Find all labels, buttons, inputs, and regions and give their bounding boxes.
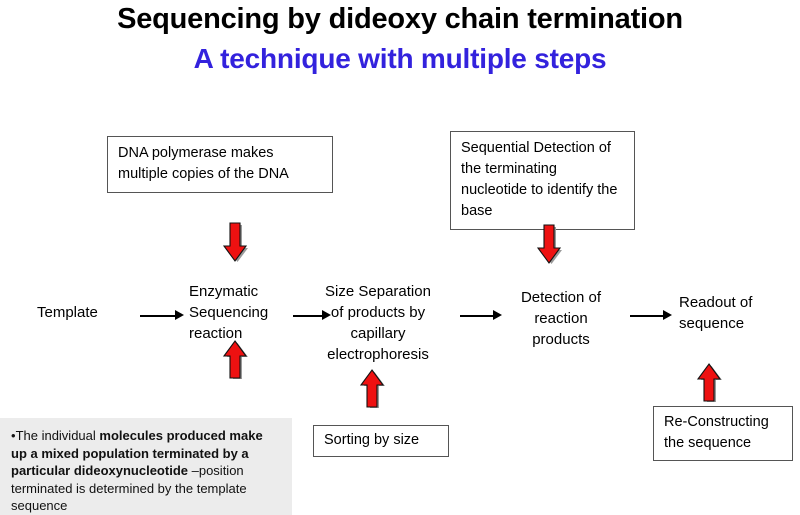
arrow-head	[493, 310, 502, 320]
arrow-shaft	[293, 315, 323, 317]
arrow-head	[663, 310, 672, 320]
flow-step-readout-of-sequence: Readout of sequence	[679, 294, 753, 332]
callout-sequential-detection: Sequential Detection of the terminating …	[450, 131, 635, 230]
up-block-arrow-icon	[694, 360, 724, 404]
callout-dna-polymerase: DNA polymerase makes multiple copies of …	[107, 136, 333, 193]
note-mixed-population: •The individual molecules produced make …	[0, 418, 292, 515]
flow-step-size-separation: Size Separation of products by capillary…	[325, 283, 431, 363]
up-block-arrow-icon	[357, 366, 387, 410]
up-block-arrow-icon	[220, 337, 250, 381]
slide-canvas: Sequencing by dideoxy chain termination …	[0, 0, 800, 515]
right-arrow-icon	[630, 310, 672, 321]
page-title: Sequencing by dideoxy chain termination	[117, 3, 683, 35]
down-block-arrow-icon	[220, 222, 250, 266]
arrow-head	[175, 310, 184, 320]
arrow-shaft	[140, 315, 176, 317]
arrow-shaft	[630, 315, 664, 317]
flow-step-enzymatic-sequencing-reaction: Enzymatic Sequencing reaction	[189, 283, 269, 342]
arrow-head	[322, 310, 331, 320]
right-arrow-icon	[293, 310, 331, 321]
note-segment-plain-1: The individual	[15, 428, 100, 443]
right-arrow-icon	[460, 310, 502, 321]
right-arrow-icon	[140, 310, 184, 321]
callout-sorting-by-size: Sorting by size	[313, 425, 449, 457]
title-block: Sequencing by dideoxy chain termination …	[0, 2, 800, 76]
flow-step-detection-of-reaction-products: Detection of reaction products	[520, 289, 602, 348]
callout-re-constructing: Re-Constructing the sequence	[653, 406, 793, 461]
arrow-shaft	[460, 315, 494, 317]
page-subtitle: A technique with multiple steps	[193, 43, 607, 74]
flow-step-template: Template	[37, 304, 98, 321]
down-block-arrow-icon	[534, 224, 564, 268]
